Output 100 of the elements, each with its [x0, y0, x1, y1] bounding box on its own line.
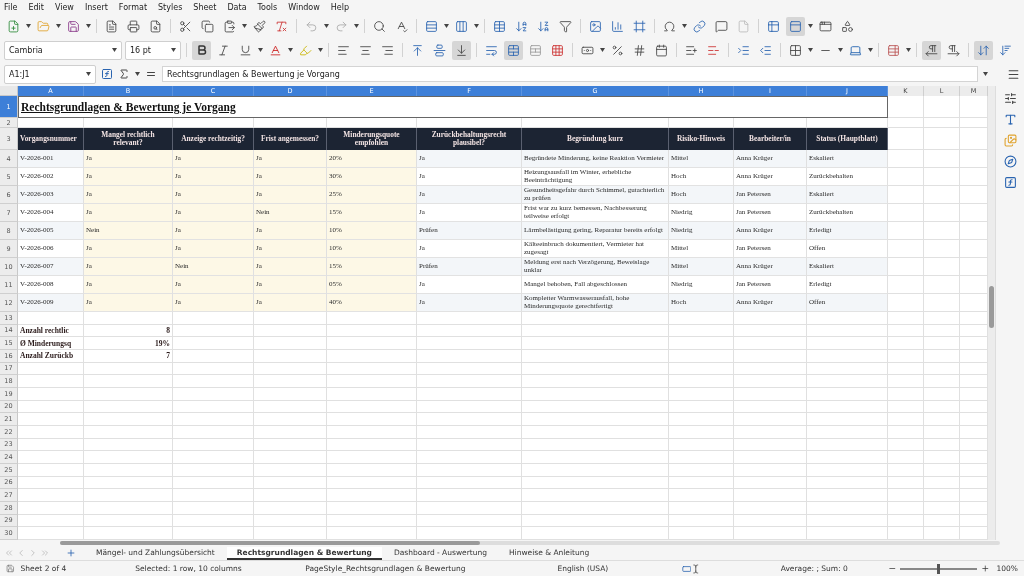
chart-icon[interactable] [611, 19, 624, 33]
horizontal-scrollbar[interactable] [60, 541, 1000, 545]
caret-icon[interactable] [682, 24, 687, 28]
caret-icon[interactable] [258, 48, 263, 52]
copy-icon[interactable] [201, 19, 214, 33]
align-bottom-icon[interactable] [455, 43, 468, 57]
wrap-text-icon[interactable] [485, 43, 498, 57]
caret-icon[interactable] [808, 24, 813, 28]
caret-icon[interactable] [86, 72, 91, 76]
empty-cell [924, 240, 960, 258]
caret-icon[interactable] [354, 24, 359, 28]
menu-item[interactable]: Sheet [193, 2, 217, 12]
menu-icon[interactable] [1007, 67, 1020, 81]
caret-icon[interactable] [171, 48, 176, 52]
caret-icon[interactable] [906, 48, 911, 52]
menu-item[interactable]: File [4, 2, 18, 12]
name-box[interactable]: A1:J1 [4, 64, 96, 84]
italic-icon[interactable] [217, 43, 230, 57]
caret-icon[interactable] [26, 24, 31, 28]
vertical-scrollbar[interactable] [988, 86, 995, 540]
caret-icon[interactable] [474, 24, 479, 28]
scrollbar-thumb[interactable] [989, 286, 994, 328]
align-top-icon[interactable] [411, 43, 424, 57]
align-right-icon[interactable] [381, 43, 394, 57]
font-name-field[interactable]: Cambria [4, 40, 122, 60]
indent-decrease-icon[interactable] [759, 43, 772, 57]
menu-item[interactable]: Styles [158, 2, 183, 12]
indent-increase-icon[interactable] [737, 43, 750, 57]
empty-cell [669, 527, 734, 540]
menu-item[interactable]: Edit [28, 2, 44, 12]
spellcheck-icon[interactable] [395, 19, 408, 33]
special-character-icon[interactable] [663, 19, 676, 33]
preview-icon[interactable] [149, 19, 162, 33]
menu-item[interactable]: View [54, 2, 74, 12]
caret-icon[interactable] [86, 24, 91, 28]
sort-ascending-icon[interactable] [515, 19, 528, 33]
navigator-icon[interactable] [1003, 155, 1017, 168]
properties-icon[interactable] [1003, 92, 1017, 105]
borders-icon[interactable] [789, 43, 802, 57]
rows-icon[interactable] [425, 19, 438, 33]
bold-button[interactable] [192, 40, 211, 60]
zoom-in-icon[interactable] [980, 564, 990, 573]
paste-icon[interactable] [223, 19, 236, 33]
caret-icon[interactable] [324, 24, 329, 28]
selection-mode-icon[interactable] [681, 563, 692, 574]
align-left-icon[interactable] [337, 43, 350, 57]
caret-icon[interactable] [288, 48, 293, 52]
right-to-left-icon[interactable] [947, 43, 960, 57]
comment-icon[interactable] [715, 19, 728, 33]
menu-item[interactable]: Window [288, 2, 320, 12]
caret-icon[interactable] [868, 48, 873, 52]
add-sheet-icon[interactable] [66, 548, 76, 558]
align-middle-icon[interactable] [433, 43, 446, 57]
new-icon[interactable] [7, 19, 20, 33]
caret-icon[interactable] [838, 48, 843, 52]
split-window-icon[interactable] [819, 19, 832, 33]
search-icon[interactable] [373, 19, 386, 33]
cut-icon[interactable] [179, 19, 192, 33]
date-icon[interactable] [655, 43, 668, 57]
caret-icon[interactable] [808, 48, 813, 52]
caret-icon[interactable] [600, 48, 605, 52]
function-wizard-icon[interactable] [101, 68, 113, 80]
caret-icon[interactable] [983, 72, 988, 76]
sort-descending-icon[interactable] [537, 19, 550, 33]
shapes-icon[interactable] [841, 19, 854, 33]
left-to-right-icon[interactable] [925, 43, 938, 57]
caret-icon[interactable] [444, 24, 449, 28]
percent-icon[interactable] [611, 43, 624, 57]
font-color-icon[interactable] [269, 43, 282, 57]
print-icon[interactable] [127, 19, 140, 33]
image-icon[interactable] [589, 19, 602, 33]
save-icon[interactable] [67, 19, 80, 33]
font-size-field[interactable]: 16 pt [125, 40, 181, 60]
underline-icon[interactable] [239, 43, 252, 57]
unmerge-cells-icon[interactable] [529, 43, 542, 57]
zoom-thumb[interactable] [937, 563, 940, 574]
clear-format-icon[interactable] [275, 19, 288, 33]
menu-item[interactable]: Insert [84, 2, 108, 12]
columns-icon[interactable] [455, 19, 468, 33]
align-center-icon[interactable] [359, 43, 372, 57]
caret-icon[interactable] [56, 24, 61, 28]
merge-cells-icon[interactable] [507, 43, 520, 57]
menu-item[interactable]: Tools [257, 2, 278, 12]
menu-item[interactable]: Format [118, 2, 148, 12]
functions-icon[interactable] [1003, 176, 1017, 189]
filter-icon[interactable] [559, 19, 572, 33]
menu-item[interactable]: Data [227, 2, 247, 12]
paintbrush-icon[interactable] [253, 19, 266, 33]
menu-item[interactable]: Help [330, 2, 350, 12]
sum-icon[interactable] [118, 68, 130, 80]
scrollbar-thumb[interactable] [60, 541, 480, 545]
hyperlink-icon[interactable] [693, 19, 706, 33]
caret-icon[interactable] [242, 24, 247, 28]
styles-icon[interactable] [1003, 113, 1017, 126]
formula-field[interactable]: Rechtsgrundlagen & Bewertung je Vorgang [162, 66, 978, 82]
empty-cell [669, 489, 734, 502]
caret-icon[interactable] [112, 48, 117, 52]
caret-icon[interactable] [135, 72, 140, 76]
caret-icon[interactable] [318, 48, 323, 52]
grid-icon[interactable] [551, 43, 564, 57]
